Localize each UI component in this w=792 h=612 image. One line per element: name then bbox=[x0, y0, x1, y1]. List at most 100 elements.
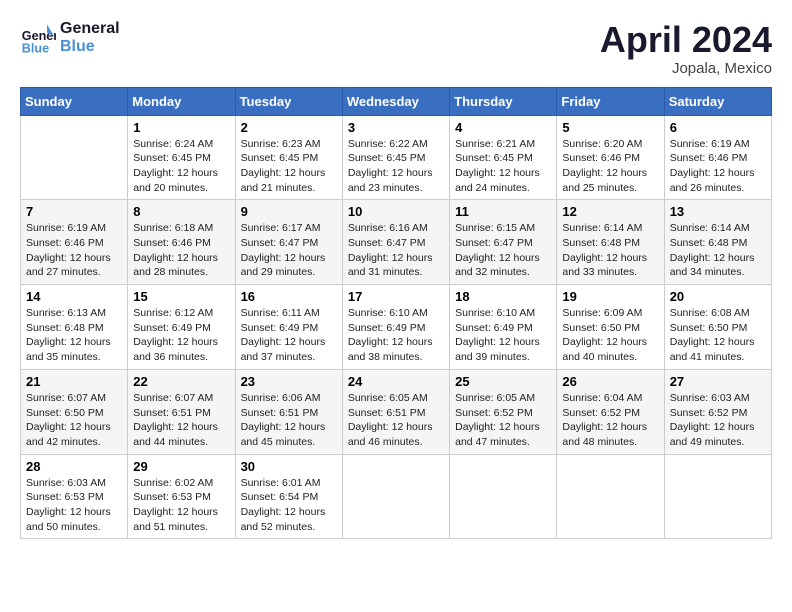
day-number: 14 bbox=[26, 289, 122, 304]
calendar-cell: 5 Sunrise: 6:20 AM Sunset: 6:46 PM Daylig… bbox=[557, 115, 664, 200]
calendar-week-4: 21 Sunrise: 6:07 AM Sunset: 6:50 PM Dayli… bbox=[21, 369, 772, 454]
calendar-week-2: 7Sunrise: 6:19 AM Sunset: 6:46 PM Daylig… bbox=[21, 200, 772, 285]
day-number: 15 bbox=[133, 289, 229, 304]
calendar-cell: 23 Sunrise: 6:06 AM Sunset: 6:51 PM Dayli… bbox=[235, 369, 342, 454]
calendar-cell: 6 Sunrise: 6:19 AM Sunset: 6:46 PM Daylig… bbox=[664, 115, 771, 200]
calendar-cell: 7Sunrise: 6:19 AM Sunset: 6:46 PM Daylig… bbox=[21, 200, 128, 285]
day-number: 5 bbox=[562, 120, 658, 135]
calendar-cell: 18Sunrise: 6:10 AM Sunset: 6:49 PM Dayli… bbox=[450, 285, 557, 370]
day-info: Sunrise: 6:08 AM Sunset: 6:50 PM Dayligh… bbox=[670, 306, 766, 365]
calendar-cell: 8 Sunrise: 6:18 AM Sunset: 6:46 PM Daylig… bbox=[128, 200, 235, 285]
calendar-cell bbox=[664, 454, 771, 539]
calendar-cell: 12Sunrise: 6:14 AM Sunset: 6:48 PM Dayli… bbox=[557, 200, 664, 285]
calendar-cell: 29 Sunrise: 6:02 AM Sunset: 6:53 PM Dayli… bbox=[128, 454, 235, 539]
day-info: Sunrise: 6:03 AM Sunset: 6:52 PM Dayligh… bbox=[670, 391, 766, 450]
calendar-cell bbox=[21, 115, 128, 200]
day-number: 7 bbox=[26, 204, 122, 219]
day-info: Sunrise: 6:13 AM Sunset: 6:48 PM Dayligh… bbox=[26, 306, 122, 365]
calendar-cell bbox=[450, 454, 557, 539]
day-number: 25 bbox=[455, 374, 551, 389]
day-number: 8 bbox=[133, 204, 229, 219]
weekday-header-thursday: Thursday bbox=[450, 87, 557, 115]
day-number: 12 bbox=[562, 204, 658, 219]
day-number: 18 bbox=[455, 289, 551, 304]
weekday-header-friday: Friday bbox=[557, 87, 664, 115]
calendar-cell: 28 Sunrise: 6:03 AM Sunset: 6:53 PM Dayli… bbox=[21, 454, 128, 539]
calendar-cell: 14 Sunrise: 6:13 AM Sunset: 6:48 PM Dayli… bbox=[21, 285, 128, 370]
day-number: 23 bbox=[241, 374, 337, 389]
calendar-cell: 21 Sunrise: 6:07 AM Sunset: 6:50 PM Dayli… bbox=[21, 369, 128, 454]
day-number: 30 bbox=[241, 459, 337, 474]
day-info: Sunrise: 6:14 AM Sunset: 6:48 PM Dayligh… bbox=[670, 221, 766, 280]
day-number: 10 bbox=[348, 204, 444, 219]
day-info: Sunrise: 6:24 AM Sunset: 6:45 PM Dayligh… bbox=[133, 137, 229, 196]
calendar-cell: 25Sunrise: 6:05 AM Sunset: 6:52 PM Dayli… bbox=[450, 369, 557, 454]
calendar-cell: 1Sunrise: 6:24 AM Sunset: 6:45 PM Daylig… bbox=[128, 115, 235, 200]
day-number: 3 bbox=[348, 120, 444, 135]
month-title: April 2024 bbox=[600, 20, 772, 60]
weekday-header-monday: Monday bbox=[128, 87, 235, 115]
day-info: Sunrise: 6:20 AM Sunset: 6:46 PM Dayligh… bbox=[562, 137, 658, 196]
day-number: 19 bbox=[562, 289, 658, 304]
day-number: 6 bbox=[670, 120, 766, 135]
weekday-header-tuesday: Tuesday bbox=[235, 87, 342, 115]
day-info: Sunrise: 6:07 AM Sunset: 6:50 PM Dayligh… bbox=[26, 391, 122, 450]
day-info: Sunrise: 6:01 AM Sunset: 6:54 PM Dayligh… bbox=[241, 476, 337, 535]
day-number: 16 bbox=[241, 289, 337, 304]
logo-icon: General Blue bbox=[20, 20, 56, 56]
weekday-header-wednesday: Wednesday bbox=[342, 87, 449, 115]
day-number: 20 bbox=[670, 289, 766, 304]
calendar-cell: 11 Sunrise: 6:15 AM Sunset: 6:47 PM Dayli… bbox=[450, 200, 557, 285]
calendar-table: SundayMondayTuesdayWednesdayThursdayFrid… bbox=[20, 87, 772, 540]
svg-text:Blue: Blue bbox=[22, 41, 49, 55]
day-number: 4 bbox=[455, 120, 551, 135]
calendar-cell: 22Sunrise: 6:07 AM Sunset: 6:51 PM Dayli… bbox=[128, 369, 235, 454]
day-info: Sunrise: 6:18 AM Sunset: 6:46 PM Dayligh… bbox=[133, 221, 229, 280]
calendar-cell bbox=[557, 454, 664, 539]
day-info: Sunrise: 6:19 AM Sunset: 6:46 PM Dayligh… bbox=[670, 137, 766, 196]
day-info: Sunrise: 6:21 AM Sunset: 6:45 PM Dayligh… bbox=[455, 137, 551, 196]
weekday-header-saturday: Saturday bbox=[664, 87, 771, 115]
day-info: Sunrise: 6:17 AM Sunset: 6:47 PM Dayligh… bbox=[241, 221, 337, 280]
day-number: 27 bbox=[670, 374, 766, 389]
day-number: 11 bbox=[455, 204, 551, 219]
day-number: 26 bbox=[562, 374, 658, 389]
day-info: Sunrise: 6:10 AM Sunset: 6:49 PM Dayligh… bbox=[348, 306, 444, 365]
weekday-header-sunday: Sunday bbox=[21, 87, 128, 115]
day-number: 17 bbox=[348, 289, 444, 304]
day-info: Sunrise: 6:06 AM Sunset: 6:51 PM Dayligh… bbox=[241, 391, 337, 450]
calendar-cell: 4 Sunrise: 6:21 AM Sunset: 6:45 PM Daylig… bbox=[450, 115, 557, 200]
calendar-cell: 17 Sunrise: 6:10 AM Sunset: 6:49 PM Dayli… bbox=[342, 285, 449, 370]
day-info: Sunrise: 6:22 AM Sunset: 6:45 PM Dayligh… bbox=[348, 137, 444, 196]
day-info: Sunrise: 6:07 AM Sunset: 6:51 PM Dayligh… bbox=[133, 391, 229, 450]
day-info: Sunrise: 6:15 AM Sunset: 6:47 PM Dayligh… bbox=[455, 221, 551, 280]
day-info: Sunrise: 6:02 AM Sunset: 6:53 PM Dayligh… bbox=[133, 476, 229, 535]
calendar-cell: 16 Sunrise: 6:11 AM Sunset: 6:49 PM Dayli… bbox=[235, 285, 342, 370]
day-info: Sunrise: 6:12 AM Sunset: 6:49 PM Dayligh… bbox=[133, 306, 229, 365]
day-info: Sunrise: 6:11 AM Sunset: 6:49 PM Dayligh… bbox=[241, 306, 337, 365]
page-header: General Blue General Blue April 2024 Jop… bbox=[20, 20, 772, 77]
day-number: 24 bbox=[348, 374, 444, 389]
calendar-cell: 19Sunrise: 6:09 AM Sunset: 6:50 PM Dayli… bbox=[557, 285, 664, 370]
calendar-cell: 10Sunrise: 6:16 AM Sunset: 6:47 PM Dayli… bbox=[342, 200, 449, 285]
day-number: 2 bbox=[241, 120, 337, 135]
day-number: 28 bbox=[26, 459, 122, 474]
calendar-cell: 3 Sunrise: 6:22 AM Sunset: 6:45 PM Daylig… bbox=[342, 115, 449, 200]
day-number: 29 bbox=[133, 459, 229, 474]
day-number: 21 bbox=[26, 374, 122, 389]
location: Jopala, Mexico bbox=[600, 60, 772, 77]
day-info: Sunrise: 6:23 AM Sunset: 6:45 PM Dayligh… bbox=[241, 137, 337, 196]
calendar-cell: 26Sunrise: 6:04 AM Sunset: 6:52 PM Dayli… bbox=[557, 369, 664, 454]
title-block: April 2024 Jopala, Mexico bbox=[600, 20, 772, 77]
calendar-cell: 20 Sunrise: 6:08 AM Sunset: 6:50 PM Dayli… bbox=[664, 285, 771, 370]
day-info: Sunrise: 6:05 AM Sunset: 6:51 PM Dayligh… bbox=[348, 391, 444, 450]
logo-general: General bbox=[60, 20, 120, 38]
calendar-week-3: 14 Sunrise: 6:13 AM Sunset: 6:48 PM Dayli… bbox=[21, 285, 772, 370]
calendar-week-1: 1Sunrise: 6:24 AM Sunset: 6:45 PM Daylig… bbox=[21, 115, 772, 200]
day-info: Sunrise: 6:03 AM Sunset: 6:53 PM Dayligh… bbox=[26, 476, 122, 535]
calendar-cell: 24 Sunrise: 6:05 AM Sunset: 6:51 PM Dayli… bbox=[342, 369, 449, 454]
day-number: 9 bbox=[241, 204, 337, 219]
weekday-header-row: SundayMondayTuesdayWednesdayThursdayFrid… bbox=[21, 87, 772, 115]
calendar-week-5: 28 Sunrise: 6:03 AM Sunset: 6:53 PM Dayli… bbox=[21, 454, 772, 539]
calendar-cell: 15 Sunrise: 6:12 AM Sunset: 6:49 PM Dayli… bbox=[128, 285, 235, 370]
